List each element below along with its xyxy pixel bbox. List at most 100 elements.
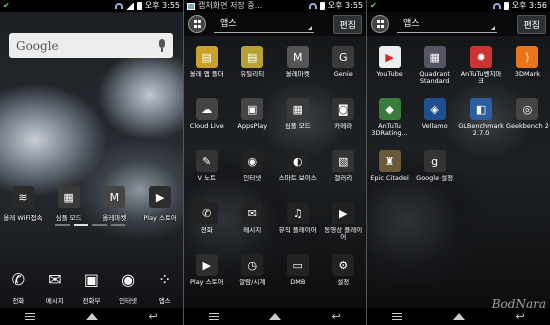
dock-item[interactable]: ⁘ 앱스: [147, 268, 183, 306]
app-label: 올레 앱 폴더: [189, 71, 224, 78]
app-item[interactable]: ◙ 카메라: [321, 98, 367, 140]
app-item[interactable]: ▤ 유틸리티: [230, 46, 276, 88]
app-label: 알람/시계: [239, 279, 266, 286]
app-label: Quadrant Standard: [419, 71, 450, 85]
menu-icon[interactable]: [209, 313, 220, 320]
home-shortcut[interactable]: ≋ 올레 WiFi접속: [1, 186, 45, 222]
app-item[interactable]: M 올레마켓: [275, 46, 321, 88]
app-item[interactable]: ▭ DMB: [275, 254, 321, 296]
microphone-icon[interactable]: [158, 39, 166, 52]
app-item[interactable]: ▦ 심플 모드: [275, 98, 321, 140]
app-item[interactable]: ◈ Vellamo: [412, 98, 457, 140]
back-icon[interactable]: ↩: [148, 311, 157, 322]
app-grid: ▶ YouTube ▦ Quadrant Standard ✹ AnTuTu벤치마크 ⟩ 3D…: [367, 46, 550, 192]
app-item[interactable]: ◷ 알람/시계: [230, 254, 276, 296]
app-item[interactable]: ▶ Play 스토어: [184, 254, 230, 296]
app-item[interactable]: ▤ 올레 앱 폴더: [184, 46, 230, 88]
app-label: Epic Citadel: [370, 175, 409, 182]
app-item[interactable]: ⚙ 설정: [321, 254, 367, 296]
app-item[interactable]: g Google 설정: [412, 150, 457, 192]
status-notification: 캡처화면 저장 중...: [198, 1, 263, 10]
nav-bar: ↩: [184, 308, 366, 325]
dock-item[interactable]: ✆ 전화: [0, 268, 36, 306]
signal-icon: [125, 2, 134, 10]
app-grid-icon[interactable]: [371, 15, 389, 33]
wifi-icon: [492, 3, 501, 9]
home-icon[interactable]: [452, 313, 465, 320]
video-player-icon: ▶: [332, 202, 355, 224]
wifi-icon: [308, 3, 317, 9]
app-label: GLBenchmark 2.7.0: [458, 123, 504, 137]
apps-grid-icon: ⁘: [157, 269, 172, 289]
back-icon[interactable]: ↩: [332, 311, 341, 322]
app-grid-icon[interactable]: [188, 15, 206, 33]
app-label: 카메라: [334, 123, 353, 130]
menu-icon[interactable]: [392, 313, 403, 320]
wifi-olleh-icon: ≋: [11, 186, 34, 208]
app-item[interactable]: ✉ 메시지: [230, 202, 276, 244]
app-label: Play 스토어: [189, 279, 224, 286]
dmb-tv-icon: ▭: [286, 254, 309, 276]
glbenchmark-icon: ◧: [470, 98, 493, 120]
dock-item[interactable]: ◉ 인터넷: [110, 268, 146, 306]
app-item[interactable]: ▧ 갤러리: [321, 150, 367, 192]
v-note-icon: ✎: [195, 150, 218, 172]
app-label: 갤러리: [334, 175, 353, 182]
tab-apps[interactable]: 앱스: [397, 15, 497, 33]
screenshot-icon: [187, 2, 195, 10]
app-item[interactable]: ♫ 뮤직 플레이어: [275, 202, 321, 244]
drawer-header: 앱스 편집: [367, 12, 550, 36]
dock: ✆ 전화 ✉ 메시지 ▣ 전화부 ◉ 인터넷 ⁘ 앱스: [0, 258, 183, 308]
home-shortcut-label: 올레 WiFi접속: [3, 214, 43, 222]
cloud-live-icon: ☁: [195, 98, 218, 120]
app-label: V 노트: [197, 175, 216, 182]
app-item[interactable]: ✹ AnTuTu벤치마크: [457, 46, 505, 88]
dock-item[interactable]: ▣ 전화부: [73, 268, 109, 306]
status-time: 오후 3:55: [144, 1, 180, 10]
app-item[interactable]: ✎ V 노트: [184, 150, 230, 192]
app-item[interactable]: ▶ YouTube: [367, 46, 412, 88]
app-item[interactable]: ⟩ 3DMark: [505, 46, 550, 88]
home-shortcut-label: 올레마켓: [102, 214, 127, 222]
app-label: 3DMark: [514, 71, 541, 78]
app-label: 유틸리티: [240, 71, 265, 78]
app-item[interactable]: ◉ 인터넷: [230, 150, 276, 192]
app-label: 메시지: [243, 227, 262, 234]
tab-apps[interactable]: 앱스: [214, 15, 314, 33]
status-bar: ✔ 오후 3:56: [367, 0, 550, 12]
menu-icon[interactable]: [25, 313, 36, 320]
settings-gear-icon: ⚙: [332, 254, 355, 276]
app-item[interactable]: ◐ 스마트 보이스: [275, 150, 321, 192]
genie-icon: G: [332, 46, 355, 68]
home-icon[interactable]: [269, 313, 282, 320]
app-item[interactable]: ◎ Geekbench 2: [505, 98, 550, 140]
back-icon[interactable]: ↩: [515, 311, 524, 322]
app-item[interactable]: ▦ Quadrant Standard: [412, 46, 457, 88]
app-label: 올레마켓: [285, 71, 310, 78]
app-item[interactable]: ◧ GLBenchmark 2.7.0: [457, 98, 505, 140]
google-search-widget[interactable]: Google: [9, 33, 173, 58]
app-drawer-page-1: 캡처화면 저장 중... 오후 3:55 앱스 편집 ▤ 올레 앱 폴더 ▤ 유틸리티…: [184, 0, 366, 325]
home-shortcut[interactable]: ▦ 심플 모드: [47, 186, 91, 222]
edit-button[interactable]: 편집: [517, 14, 546, 34]
app-item[interactable]: G Genie: [321, 46, 367, 88]
status-bar: ✔ 오후 3:55: [0, 0, 183, 12]
app-label: 전화: [200, 227, 213, 234]
dock-item[interactable]: ✉ 메시지: [37, 268, 73, 306]
app-item[interactable]: ♜ Epic Citadel: [367, 150, 412, 192]
home-icon[interactable]: [85, 313, 98, 320]
app-item[interactable]: ▣ AppsPlay: [230, 98, 276, 140]
home-shortcut[interactable]: M 올레마켓: [92, 186, 136, 222]
edit-button[interactable]: 편집: [333, 14, 362, 34]
app-label: AnTuTu 3DRating...: [371, 123, 408, 137]
app-item[interactable]: ◆ AnTuTu 3DRating...: [367, 98, 412, 140]
battery-icon: [136, 2, 142, 10]
app-item[interactable]: ▶ 동영상 플레이어: [321, 202, 367, 244]
wifi-icon: [114, 3, 123, 9]
app-item[interactable]: ✆ 전화: [184, 202, 230, 244]
smart-voice-icon: ◐: [286, 150, 309, 172]
epic-citadel-icon: ♜: [378, 150, 401, 172]
home-shortcut[interactable]: ▶ Play 스토어: [138, 186, 182, 222]
app-item[interactable]: ☁ Cloud Live: [184, 98, 230, 140]
checkmark-icon: ✔: [3, 1, 10, 10]
